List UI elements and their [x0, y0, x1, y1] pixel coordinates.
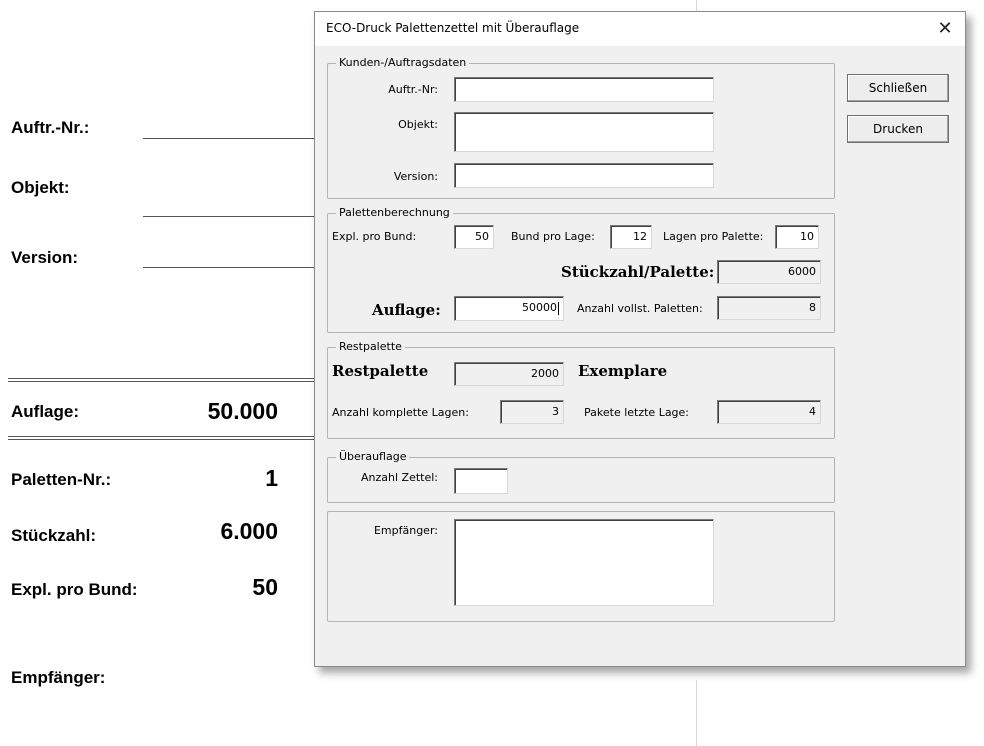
bg-edition-value: 50.000: [207, 398, 278, 424]
bg-version-line: [143, 267, 315, 268]
version-input[interactable]: [454, 163, 714, 188]
layers-per-pallet-input[interactable]: 10: [775, 225, 819, 249]
bg-divider-mid-2: [8, 439, 314, 440]
packages-last-layer-output: 4: [717, 400, 821, 424]
edition-input[interactable]: 50000: [454, 296, 564, 321]
bg-object-label: Objekt:: [11, 178, 70, 197]
bg-order-line: [143, 138, 315, 139]
bg-pallet-no-label: Paletten-Nr.:: [11, 470, 112, 489]
bg-object-line: [143, 216, 315, 217]
bg-version-label: Version:: [11, 248, 79, 267]
copies-per-bundle-label: Expl. pro Bund:: [332, 230, 417, 243]
pallet-slip-dialog: ECO-Druck Palettenzettel mit Überauflage…: [314, 11, 966, 667]
print-button[interactable]: Drucken: [847, 115, 949, 143]
packages-last-layer-label: Pakete letzte Lage:: [584, 406, 690, 419]
order-no-input[interactable]: [454, 77, 714, 102]
bg-quantity-value: 6.000: [220, 518, 278, 544]
close-icon[interactable]: ✕: [925, 12, 965, 46]
bg-quantity-label: Stückzahl:: [11, 526, 97, 545]
bg-recipient-label: Empfänger:: [11, 668, 106, 687]
rest-pallet-unit: Exemplare: [578, 362, 668, 380]
object-label: Objekt:: [398, 118, 438, 131]
recipient-textarea[interactable]: [454, 519, 714, 606]
slip-count-label: Anzahl Zettel:: [361, 471, 438, 484]
text-cursor: [558, 301, 559, 315]
version-label: Version:: [393, 170, 438, 183]
edition-value: 50000: [522, 301, 557, 314]
bg-order-label: Auftr.-Nr.:: [11, 118, 90, 137]
bg-edition-label: Auflage:: [11, 402, 79, 421]
full-pallets-label: Anzahl vollst. Paletten:: [577, 302, 703, 315]
overrun-group: Überauflage Anzahl Zettel:: [327, 450, 835, 503]
overrun-caption: Überauflage: [336, 450, 410, 463]
pieces-per-pallet-output: 6000: [717, 260, 821, 284]
complete-layers-label: Anzahl komplette Lagen:: [332, 406, 469, 419]
pallet-calculation-group: Palettenberechnung Expl. pro Bund: 50 Bu…: [327, 206, 835, 333]
object-input[interactable]: [454, 112, 714, 152]
bg-page-edge-bottom: [696, 680, 697, 746]
window-title: ECO-Druck Palettenzettel mit Überauflage: [326, 21, 580, 35]
bundles-per-layer-input[interactable]: 12: [610, 225, 652, 249]
layers-per-pallet-label: Lagen pro Palette:: [663, 230, 764, 243]
pieces-per-pallet-label: Stückzahl/Palette:: [561, 263, 715, 281]
rest-pallet-group: Restpalette Restpalette 2000 Exemplare A…: [327, 340, 835, 439]
bg-copies-label: Expl. pro Bund:: [11, 580, 138, 599]
slip-count-input[interactable]: [454, 468, 508, 494]
bg-divider-top-1: [8, 378, 314, 379]
pallet-calculation-caption: Palettenberechnung: [336, 206, 453, 219]
bg-divider-mid-1: [8, 436, 314, 437]
title-bar[interactable]: ECO-Druck Palettenzettel mit Überauflage…: [315, 12, 965, 46]
rest-pallet-output: 2000: [454, 362, 564, 386]
customer-data-caption: Kunden-/Auftragsdaten: [336, 56, 470, 69]
bg-copies-value: 50: [252, 574, 278, 600]
bg-pallet-no-value: 1: [265, 465, 278, 491]
recipient-label: Empfänger:: [373, 524, 438, 537]
copies-per-bundle-input[interactable]: 50: [454, 225, 494, 249]
order-no-label: Auftr.-Nr:: [388, 83, 438, 96]
edition-label: Auflage:: [372, 301, 441, 319]
rest-pallet-caption: Restpalette: [336, 340, 405, 353]
complete-layers-output: 3: [500, 400, 564, 424]
bundles-per-layer-label: Bund pro Lage:: [511, 230, 595, 243]
recipient-group: Empfänger:: [327, 511, 835, 622]
full-pallets-output: 8: [717, 296, 821, 320]
rest-pallet-label: Restpalette: [332, 362, 429, 380]
bg-divider-top-2: [8, 381, 314, 382]
customer-data-group: Kunden-/Auftragsdaten Auftr.-Nr: Objekt:…: [327, 56, 835, 199]
close-button[interactable]: Schließen: [847, 74, 949, 102]
